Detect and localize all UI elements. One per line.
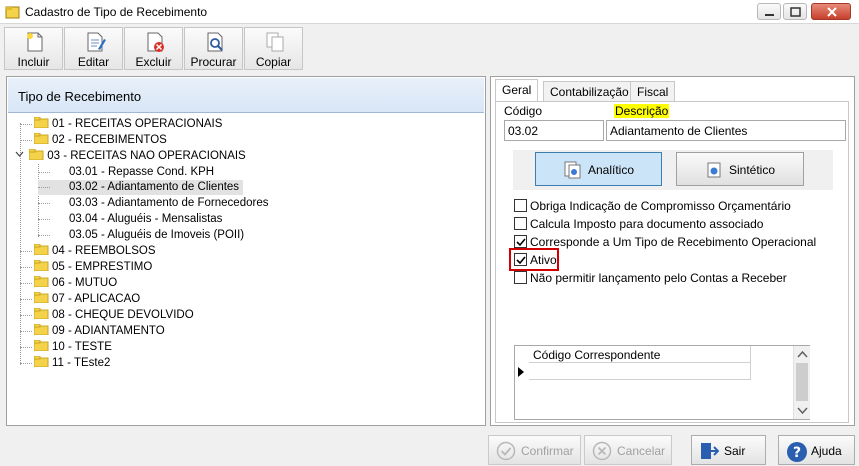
- ajuda-button[interactable]: ? Ajuda: [778, 435, 855, 465]
- exit-door-icon: [699, 441, 720, 461]
- sair-button[interactable]: Sair: [691, 435, 766, 465]
- tree-item-10[interactable]: 10 - TESTE: [20, 339, 112, 355]
- tree-item-0301[interactable]: 03.01 - Repasse Cond. KPH: [38, 165, 214, 180]
- svg-text:?: ?: [793, 445, 801, 461]
- grid-scrollbar[interactable]: [793, 346, 810, 419]
- checkbox-obriga-compromisso[interactable]: Obriga Indicação de Compromisso Orçament…: [514, 199, 791, 215]
- close-button[interactable]: [811, 3, 851, 20]
- copiar-button[interactable]: Copiar: [244, 27, 303, 70]
- tree-item-02[interactable]: 02 - RECEBIMENTOS: [20, 132, 167, 148]
- tab-contabilizacao[interactable]: Contabilização: [543, 81, 636, 101]
- details-panel: Geral Contabilização Fiscal Código Descr…: [490, 76, 855, 426]
- tree-item-01[interactable]: 01 - RECEITAS OPERACIONAIS: [20, 116, 222, 132]
- folder-icon: [33, 259, 49, 272]
- copiar-label: Copiar: [255, 55, 292, 69]
- scrollbar-thumb[interactable]: [796, 363, 808, 401]
- tree-item-05[interactable]: 05 - EMPRESTIMO: [20, 259, 152, 275]
- synthetic-icon: [705, 161, 723, 179]
- app-icon: [5, 5, 20, 19]
- checkbox[interactable]: [514, 217, 527, 230]
- excluir-button[interactable]: Excluir: [124, 27, 183, 70]
- codigo-field[interactable]: 03.02: [504, 120, 604, 141]
- folder-icon: [33, 275, 49, 288]
- checkbox-corresponde-operacional[interactable]: Corresponde a Um Tipo de Recebimento Ope…: [514, 235, 816, 251]
- descricao-label: Descrição: [614, 104, 670, 118]
- minimize-button[interactable]: [757, 3, 781, 20]
- incluir-label: Incluir: [17, 55, 50, 69]
- tree-item-0304[interactable]: 03.04 - Aluguéis - Mensalistas: [38, 212, 222, 227]
- delete-document-icon: [144, 31, 166, 53]
- new-document-icon: [24, 31, 46, 53]
- tab-content-geral: Código Descrição 03.02 Adiantamento de C…: [495, 101, 849, 423]
- maximize-button[interactable]: [783, 3, 807, 20]
- checkbox[interactable]: [514, 199, 527, 212]
- procurar-button[interactable]: Procurar: [184, 27, 243, 70]
- toolbar: Incluir Editar Excluir Procurar Copiar: [2, 25, 304, 71]
- folder-icon: [33, 339, 49, 352]
- chevron-down-icon[interactable]: [15, 149, 25, 164]
- folder-icon: [33, 132, 49, 145]
- tree-item-11[interactable]: 11 - TEste2: [20, 355, 110, 371]
- cancel-icon: [592, 441, 612, 461]
- sintetico-button[interactable]: Sintético: [676, 152, 804, 186]
- check-icon: [496, 441, 516, 461]
- codigo-label: Código: [504, 104, 543, 118]
- folder-icon: [33, 307, 49, 320]
- tree-item-06[interactable]: 06 - MUTUO: [20, 275, 117, 291]
- confirmar-button[interactable]: Confirmar: [488, 435, 581, 465]
- editar-label: Editar: [77, 55, 110, 69]
- tab-fiscal[interactable]: Fiscal: [630, 81, 676, 101]
- scroll-up-icon[interactable]: [794, 346, 811, 363]
- checkbox-calcula-imposto[interactable]: Calcula Imposto para documento associado: [514, 217, 763, 233]
- edit-document-icon: [84, 31, 106, 53]
- tree-item-09[interactable]: 09 - ADIANTAMENTO: [20, 323, 165, 339]
- type-selector: Analítico Sintético: [513, 150, 833, 190]
- tree-item-03[interactable]: 03 - RECEITAS NAO OPERACIONAIS: [15, 148, 246, 164]
- help-icon: ?: [786, 441, 807, 462]
- folder-icon: [33, 323, 49, 336]
- checkbox-nao-permitir[interactable]: Não permitir lançamento pelo Contas a Re…: [514, 271, 787, 287]
- tree-panel: Tipo de Recebimento 01 - RECEITAS OPERAC…: [6, 76, 486, 426]
- tree-item-0303[interactable]: 03.03 - Adiantamento de Fornecedores: [38, 196, 268, 211]
- tree-header-label: Tipo de Recebimento: [18, 89, 142, 104]
- current-row-arrow-icon: [518, 367, 524, 377]
- highlight-annotation: [509, 248, 559, 271]
- tree-item-04[interactable]: 04 - REEMBOLSOS: [20, 243, 156, 259]
- tree-item-0305[interactable]: 03.05 - Aluguéis de Imoveis (POII): [38, 228, 244, 243]
- grid-row[interactable]: [529, 363, 751, 380]
- tree-item-08[interactable]: 08 - CHEQUE DEVOLVIDO: [20, 307, 194, 323]
- cancelar-button[interactable]: Cancelar: [584, 435, 672, 465]
- window-title: Cadastro de Tipo de Recebimento: [25, 5, 208, 19]
- codigo-correspondente-grid: Código Correspondente: [514, 345, 810, 420]
- editar-button[interactable]: Editar: [64, 27, 123, 70]
- analytic-icon: [564, 161, 582, 179]
- grid-header: Código Correspondente: [529, 346, 751, 363]
- analitico-button[interactable]: Analítico: [535, 152, 662, 186]
- excluir-label: Excluir: [135, 55, 172, 69]
- checkbox-checked[interactable]: [514, 235, 527, 248]
- folder-open-icon: [28, 148, 44, 161]
- folder-icon: [33, 243, 49, 256]
- procurar-label: Procurar: [190, 55, 237, 69]
- incluir-button[interactable]: Incluir: [4, 27, 63, 70]
- tree-header: Tipo de Recebimento: [8, 78, 484, 113]
- descricao-field[interactable]: Adiantamento de Clientes: [606, 120, 846, 141]
- checkbox[interactable]: [514, 271, 527, 284]
- search-document-icon: [204, 31, 226, 53]
- scroll-down-icon[interactable]: [794, 402, 811, 419]
- folder-icon: [33, 116, 49, 129]
- tab-geral[interactable]: Geral: [495, 79, 539, 102]
- copy-document-icon: [264, 31, 286, 53]
- folder-icon: [33, 355, 49, 368]
- folder-icon: [33, 291, 49, 304]
- tree-item-07[interactable]: 07 - APLICACAO: [20, 291, 140, 307]
- tree-item-0302[interactable]: 03.02 - Adiantamento de Clientes: [38, 180, 243, 195]
- title-bar: Cadastro de Tipo de Recebimento: [0, 0, 859, 24]
